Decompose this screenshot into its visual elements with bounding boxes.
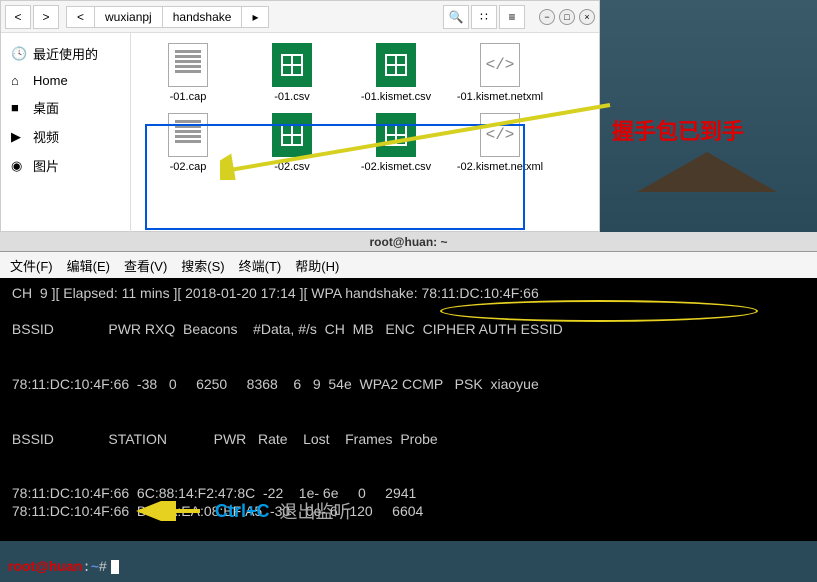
sidebar-label: 桌面	[33, 98, 59, 117]
breadcrumb: < wuxianpj handshake ▸	[67, 6, 441, 28]
output-line: 78:11:DC:10:4F:66 BC:3A:EA:08:BF:A5 -30 …	[8, 502, 809, 520]
back-button[interactable]: <	[5, 5, 31, 29]
menu-bar: 文件(F) 编辑(E) 查看(V) 搜索(S) 终端(T) 帮助(H)	[0, 252, 817, 278]
file-item[interactable]: -01.csv	[245, 43, 339, 103]
sidebar-label: Home	[33, 73, 68, 88]
document-icon	[168, 113, 208, 157]
file-item[interactable]: -02.cap	[141, 113, 235, 173]
menu-help[interactable]: 帮助(H)	[295, 256, 339, 275]
menu-terminal[interactable]: 终端(T)	[239, 256, 282, 275]
file-item[interactable]: -02.kismet.csv	[349, 113, 443, 173]
terminal-window: root@huan: ~ 文件(F) 编辑(E) 查看(V) 搜索(S) 终端(…	[0, 232, 817, 541]
sidebar-label: 图片	[33, 156, 59, 175]
output-line: 78:11:DC:10:4F:66 6C:88:14:F2:47:8C -22 …	[8, 484, 809, 502]
toolbar: < > < wuxianpj handshake ▸ 🔍 ∷ ≡ − □ ×	[1, 1, 599, 33]
menu-button[interactable]: ≡	[499, 5, 525, 29]
prompt-user: root@huan	[8, 558, 82, 574]
sidebar-label: 视频	[33, 127, 59, 146]
forward-button[interactable]: >	[33, 5, 59, 29]
cursor	[111, 560, 119, 574]
file-name: -01.cap	[141, 91, 235, 103]
view-list-button[interactable]: ∷	[471, 5, 497, 29]
desktop-icon: ■	[11, 100, 25, 115]
file-name: -02.cap	[141, 161, 235, 173]
sidebar-item-recent[interactable]: 🕓 最近使用的	[1, 39, 130, 68]
menu-search[interactable]: 搜索(S)	[181, 256, 224, 275]
sidebar-item-videos[interactable]: ▶ 视频	[1, 122, 130, 151]
maximize-button[interactable]: □	[559, 9, 575, 25]
breadcrumb-item[interactable]: ▸	[241, 6, 269, 28]
close-button[interactable]: ×	[579, 9, 595, 25]
terminal-title: root@huan: ~	[0, 232, 817, 252]
video-icon: ▶	[11, 129, 25, 145]
sidebar-item-home[interactable]: ⌂ Home	[1, 68, 130, 93]
file-item[interactable]: </> -01.kismet.netxml	[453, 43, 547, 103]
output-line: BSSID STATION PWR Rate Lost Frames Probe	[8, 430, 809, 448]
file-item[interactable]: -01.cap	[141, 43, 235, 103]
file-view: -01.cap -01.csv -01.kismet.csv </> -01.ki…	[131, 33, 599, 233]
spreadsheet-icon	[376, 43, 416, 87]
file-name: -01.kismet.csv	[349, 91, 443, 103]
output-line: 78:11:DC:10:4F:66 -38 0 6250 8368 6 9 54…	[8, 375, 809, 393]
sidebar: 🕓 最近使用的 ⌂ Home ■ 桌面 ▶ 视频 ◉ 图片	[1, 33, 131, 233]
image-icon: ◉	[11, 158, 25, 174]
file-name: -01.kismet.netxml	[453, 91, 547, 103]
menu-view[interactable]: 查看(V)	[124, 256, 167, 275]
file-name: -02.csv	[245, 161, 339, 173]
document-icon	[168, 43, 208, 87]
menu-file[interactable]: 文件(F)	[10, 256, 53, 275]
output-line: CH 9 ][ Elapsed: 11 mins ][ 2018-01-20 1…	[8, 284, 809, 302]
prompt-symbol: #	[99, 558, 111, 574]
annotation-text: 握手包已到手	[612, 114, 744, 146]
breadcrumb-item[interactable]: handshake	[162, 6, 243, 28]
spreadsheet-icon	[272, 43, 312, 87]
minimize-button[interactable]: −	[539, 9, 555, 25]
clock-icon: 🕓	[11, 46, 25, 62]
terminal-output[interactable]: CH 9 ][ Elapsed: 11 mins ][ 2018-01-20 1…	[0, 278, 817, 582]
file-manager-window: < > < wuxianpj handshake ▸ 🔍 ∷ ≡ − □ × 🕓…	[0, 0, 600, 232]
prompt-path: ~	[91, 558, 99, 574]
breadcrumb-item[interactable]: <	[66, 6, 95, 28]
xml-icon: </>	[480, 43, 520, 87]
output-line: BSSID PWR RXQ Beacons #Data, #/s CH MB E…	[8, 320, 809, 338]
spreadsheet-icon	[376, 113, 416, 157]
sidebar-label: 最近使用的	[33, 44, 98, 63]
menu-edit[interactable]: 编辑(E)	[67, 256, 110, 275]
file-item[interactable]: </> -02.kismet.netxml	[453, 113, 547, 173]
home-icon: ⌂	[11, 73, 25, 88]
file-item[interactable]: -02.csv	[245, 113, 339, 173]
search-button[interactable]: 🔍	[443, 5, 469, 29]
file-name: -02.kismet.csv	[349, 161, 443, 173]
sidebar-item-pictures[interactable]: ◉ 图片	[1, 151, 130, 180]
xml-icon: </>	[480, 113, 520, 157]
file-name: -02.kismet.netxml	[453, 161, 547, 173]
sidebar-item-desktop[interactable]: ■ 桌面	[1, 93, 130, 122]
file-name: -01.csv	[245, 91, 339, 103]
file-item[interactable]: -01.kismet.csv	[349, 43, 443, 103]
breadcrumb-item[interactable]: wuxianpj	[94, 6, 163, 28]
spreadsheet-icon	[272, 113, 312, 157]
